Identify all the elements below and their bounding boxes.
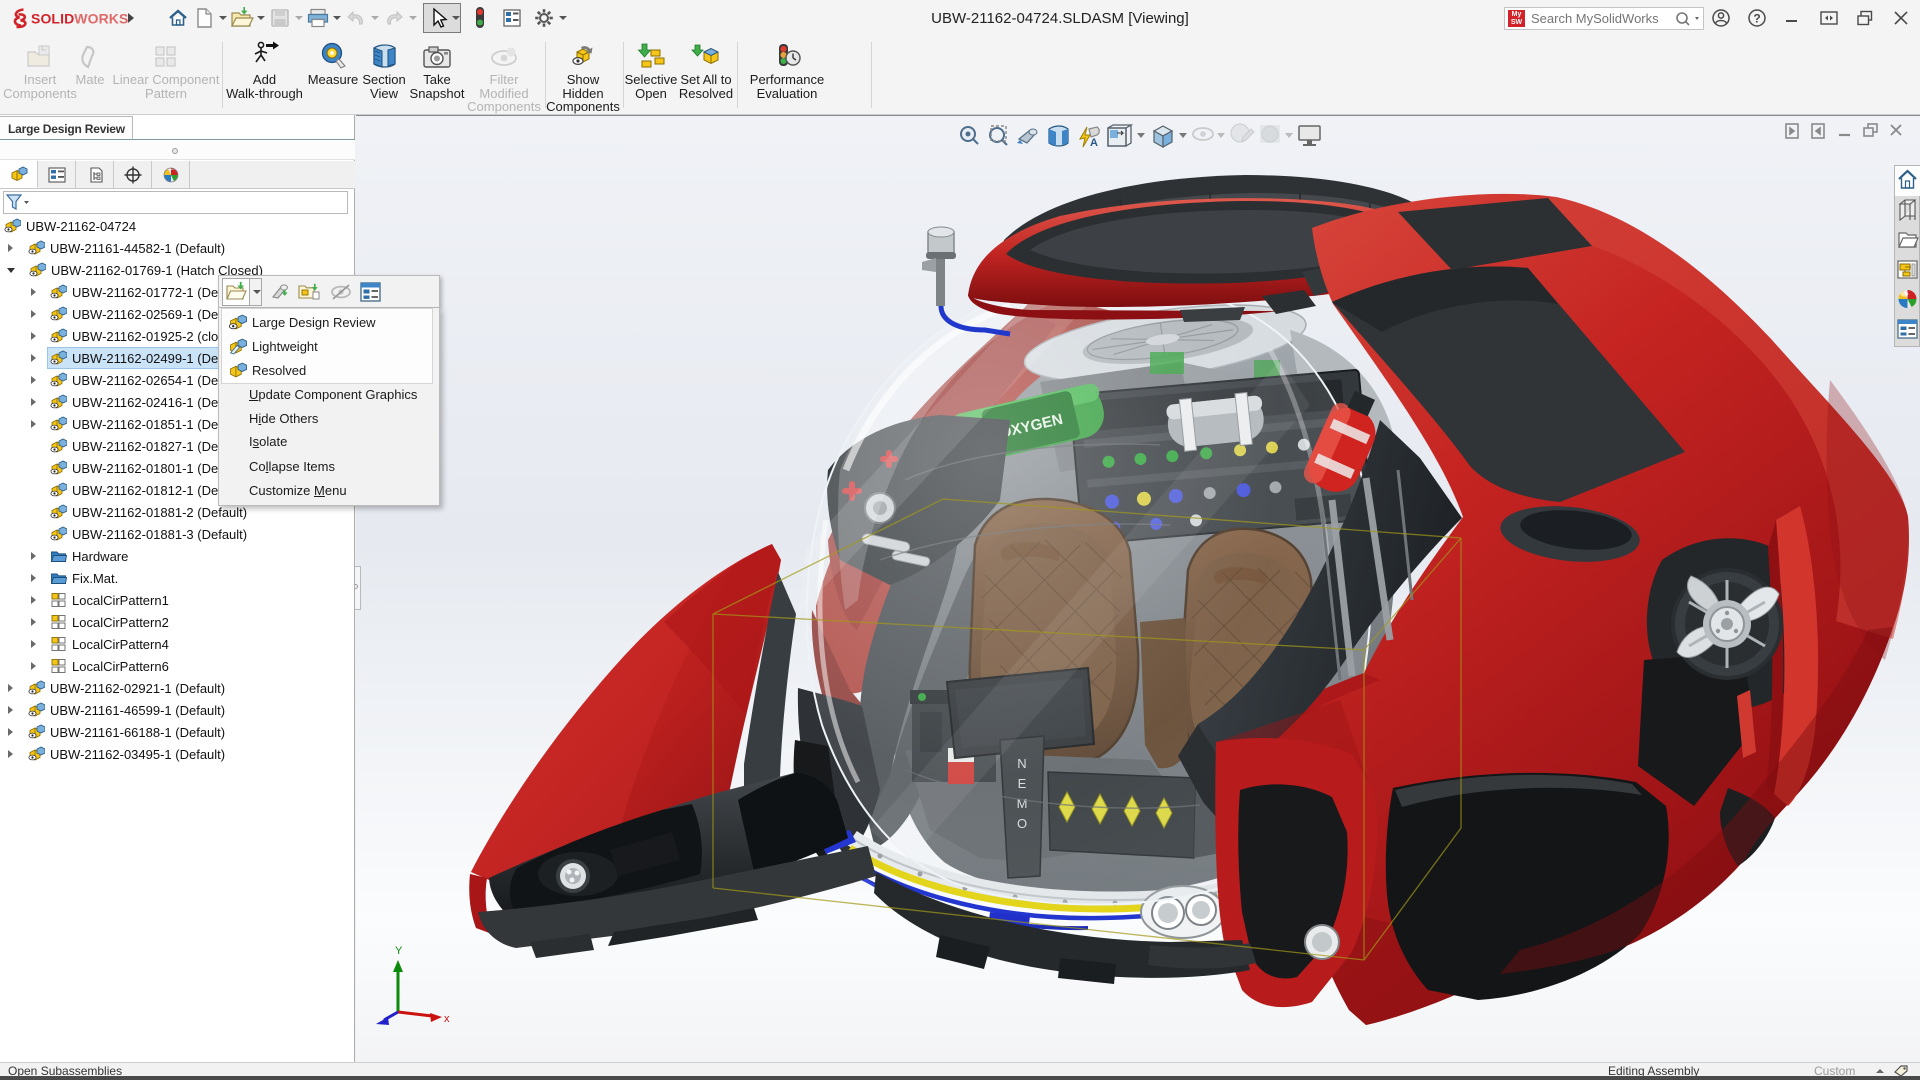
svg-text:x: x — [444, 1013, 450, 1025]
svg-text:Y: Y — [395, 945, 403, 957]
svg-text:?: ? — [1753, 12, 1760, 26]
svg-text:SOLIDWORKS: SOLIDWORKS — [31, 11, 128, 27]
svg-text:A: A — [1090, 137, 1098, 149]
